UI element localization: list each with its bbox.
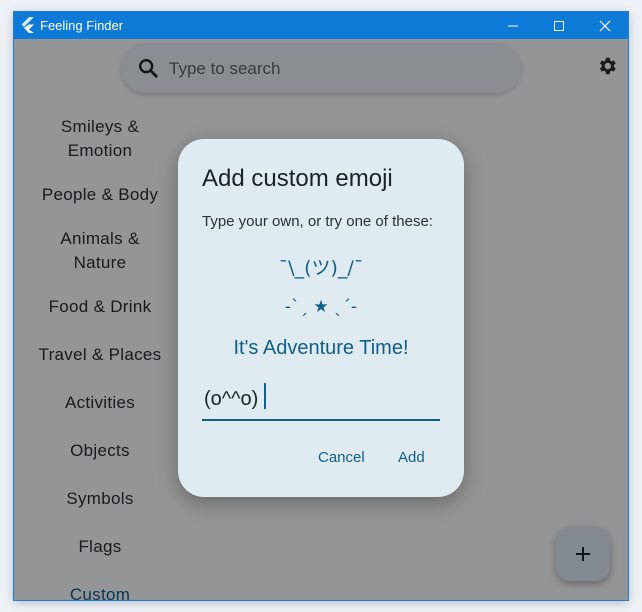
- close-button[interactable]: [582, 12, 628, 39]
- dialog-subtitle: Type your own, or try one of these:: [202, 213, 433, 230]
- suggestion-shrug[interactable]: ¯\_(ツ)_/¯: [178, 253, 464, 280]
- suggestion-sparkle-star[interactable]: -ˋˏ ★ ˎˊ-: [178, 297, 464, 317]
- dialog-title: Add custom emoji: [202, 165, 393, 192]
- flutter-logo-icon: [21, 17, 34, 33]
- title-bar: Feeling Finder: [14, 12, 628, 39]
- close-icon: [599, 20, 611, 32]
- custom-emoji-field[interactable]: [202, 379, 442, 421]
- minimize-icon: [508, 25, 518, 27]
- add-custom-emoji-dialog: Add custom emoji Type your own, or try o…: [178, 139, 464, 497]
- text-caret: [264, 383, 266, 409]
- suggestion-adventure-time[interactable]: It's Adventure Time!: [178, 337, 464, 360]
- maximize-icon: [554, 21, 564, 31]
- window-title: Feeling Finder: [40, 18, 124, 33]
- cancel-button[interactable]: Cancel: [312, 445, 371, 470]
- maximize-button[interactable]: [536, 12, 582, 39]
- app-window: Feeling Finder Smileys & Emotion: [14, 12, 628, 600]
- add-button[interactable]: Add: [392, 445, 431, 470]
- custom-emoji-input[interactable]: [202, 381, 442, 417]
- minimize-button[interactable]: [490, 12, 536, 39]
